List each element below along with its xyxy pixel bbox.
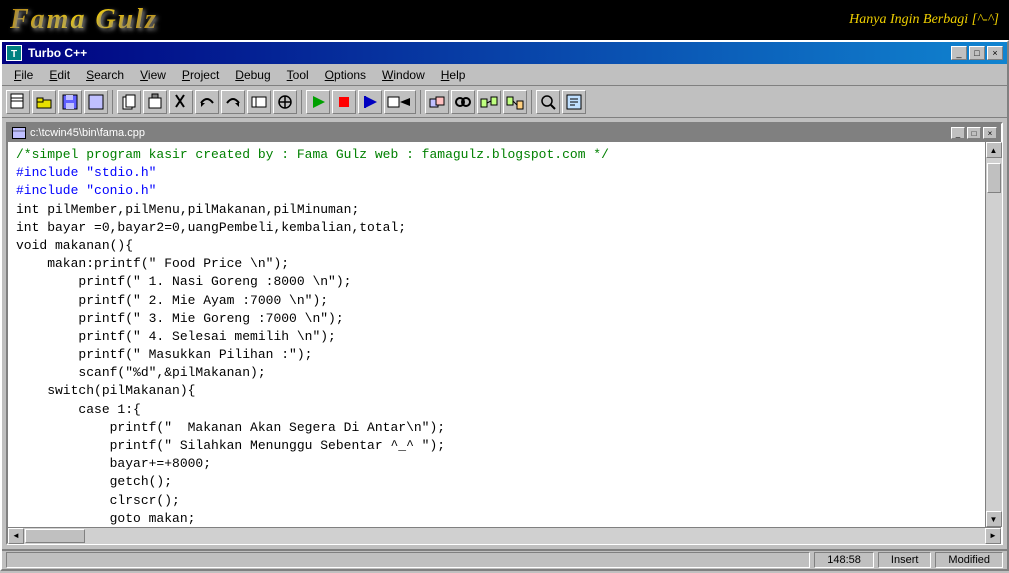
hscroll-right-button[interactable]: ► <box>985 528 1001 544</box>
menu-tool[interactable]: Tool <box>279 66 317 84</box>
toolbar-debug-run[interactable] <box>358 90 382 114</box>
toolbar-undo[interactable] <box>195 90 219 114</box>
menu-debug[interactable]: Debug <box>227 66 278 84</box>
title-bar: T Turbo C++ _ □ × <box>2 42 1007 64</box>
toolbar-btn4[interactable] <box>84 90 108 114</box>
inner-minimize[interactable]: _ <box>951 127 965 139</box>
inner-close[interactable]: × <box>983 127 997 139</box>
toolbar-compile[interactable] <box>425 90 449 114</box>
toolbar-browse[interactable] <box>562 90 586 114</box>
hscroll-left-button[interactable]: ◄ <box>8 528 24 544</box>
toolbar-link[interactable] <box>451 90 475 114</box>
toolbar-cut[interactable] <box>169 90 193 114</box>
toolbar-copy[interactable] <box>117 90 141 114</box>
hscroll-thumb[interactable] <box>25 529 85 543</box>
toolbar <box>2 86 1007 118</box>
vertical-scrollbar[interactable]: ▲ ▼ <box>985 142 1001 527</box>
menu-edit[interactable]: Edit <box>41 66 78 84</box>
toolbar-btn6[interactable] <box>247 90 271 114</box>
status-position: 148:58 <box>814 552 874 568</box>
status-mode: Insert <box>878 552 932 568</box>
scroll-thumb[interactable] <box>987 163 1001 193</box>
toolbar-stop[interactable] <box>332 90 356 114</box>
menu-view[interactable]: View <box>132 66 174 84</box>
code-container: /*simpel program kasir created by : Fama… <box>8 142 1001 527</box>
toolbar-run[interactable] <box>306 90 330 114</box>
code-editor[interactable]: /*simpel program kasir created by : Fama… <box>8 142 985 527</box>
inner-window-icon <box>12 127 26 139</box>
inner-title-left: c:\tcwin45\bin\fama.cpp <box>12 127 145 139</box>
banner-title: Fama Gulz <box>10 4 158 36</box>
minimize-button[interactable]: _ <box>951 46 967 60</box>
menu-file[interactable]: File <box>6 66 41 84</box>
status-bar: 148:58 Insert Modified <box>2 549 1007 569</box>
scroll-down-button[interactable]: ▼ <box>986 511 1002 527</box>
svg-text:T: T <box>11 49 17 60</box>
toolbar-new[interactable] <box>6 90 30 114</box>
title-bar-left: T Turbo C++ <box>6 45 87 61</box>
status-modified: Modified <box>935 552 1003 568</box>
scroll-track <box>986 158 1002 511</box>
toolbar-sep1 <box>112 90 113 114</box>
inner-title-buttons: _ □ × <box>951 127 997 139</box>
toolbar-save[interactable] <box>58 90 82 114</box>
menu-search[interactable]: Search <box>78 66 132 84</box>
menu-project[interactable]: Project <box>174 66 227 84</box>
inner-window: c:\tcwin45\bin\fama.cpp _ □ × /*simpel p… <box>6 122 1003 545</box>
banner: Fama Gulz Hanya Ingin Berbagi [^-^] <box>0 0 1009 40</box>
toolbar-btn7[interactable] <box>273 90 297 114</box>
menu-window[interactable]: Window <box>374 66 433 84</box>
title-buttons: _ □ × <box>951 46 1003 60</box>
toolbar-watch[interactable] <box>384 90 416 114</box>
inner-title-bar: c:\tcwin45\bin\fama.cpp _ □ × <box>8 124 1001 142</box>
inner-maximize[interactable]: □ <box>967 127 981 139</box>
menu-help[interactable]: Help <box>433 66 474 84</box>
restore-button[interactable]: □ <box>969 46 985 60</box>
menu-options[interactable]: Options <box>317 66 374 84</box>
app-icon: T <box>6 45 22 61</box>
main-window: T Turbo C++ _ □ × File Edit Search View … <box>0 40 1009 571</box>
toolbar-build[interactable] <box>503 90 527 114</box>
toolbar-redo[interactable] <box>221 90 245 114</box>
doc-area: c:\tcwin45\bin\fama.cpp _ □ × /*simpel p… <box>2 118 1007 549</box>
horizontal-scrollbar[interactable]: ◄ ► <box>8 527 1001 543</box>
toolbar-sep3 <box>420 90 421 114</box>
inner-window-title: c:\tcwin45\bin\fama.cpp <box>30 127 145 139</box>
toolbar-inspect[interactable] <box>536 90 560 114</box>
hscroll-track <box>24 528 985 544</box>
window-title: Turbo C++ <box>28 46 87 60</box>
banner-subtitle: Hanya Ingin Berbagi [^-^] <box>849 12 999 28</box>
toolbar-sep4 <box>531 90 532 114</box>
menu-bar: File Edit Search View Project Debug Tool… <box>2 64 1007 86</box>
toolbar-paste[interactable] <box>143 90 167 114</box>
status-main <box>6 552 810 568</box>
toolbar-sep2 <box>301 90 302 114</box>
toolbar-make[interactable] <box>477 90 501 114</box>
scroll-up-button[interactable]: ▲ <box>986 142 1002 158</box>
toolbar-open[interactable] <box>32 90 56 114</box>
close-button[interactable]: × <box>987 46 1003 60</box>
